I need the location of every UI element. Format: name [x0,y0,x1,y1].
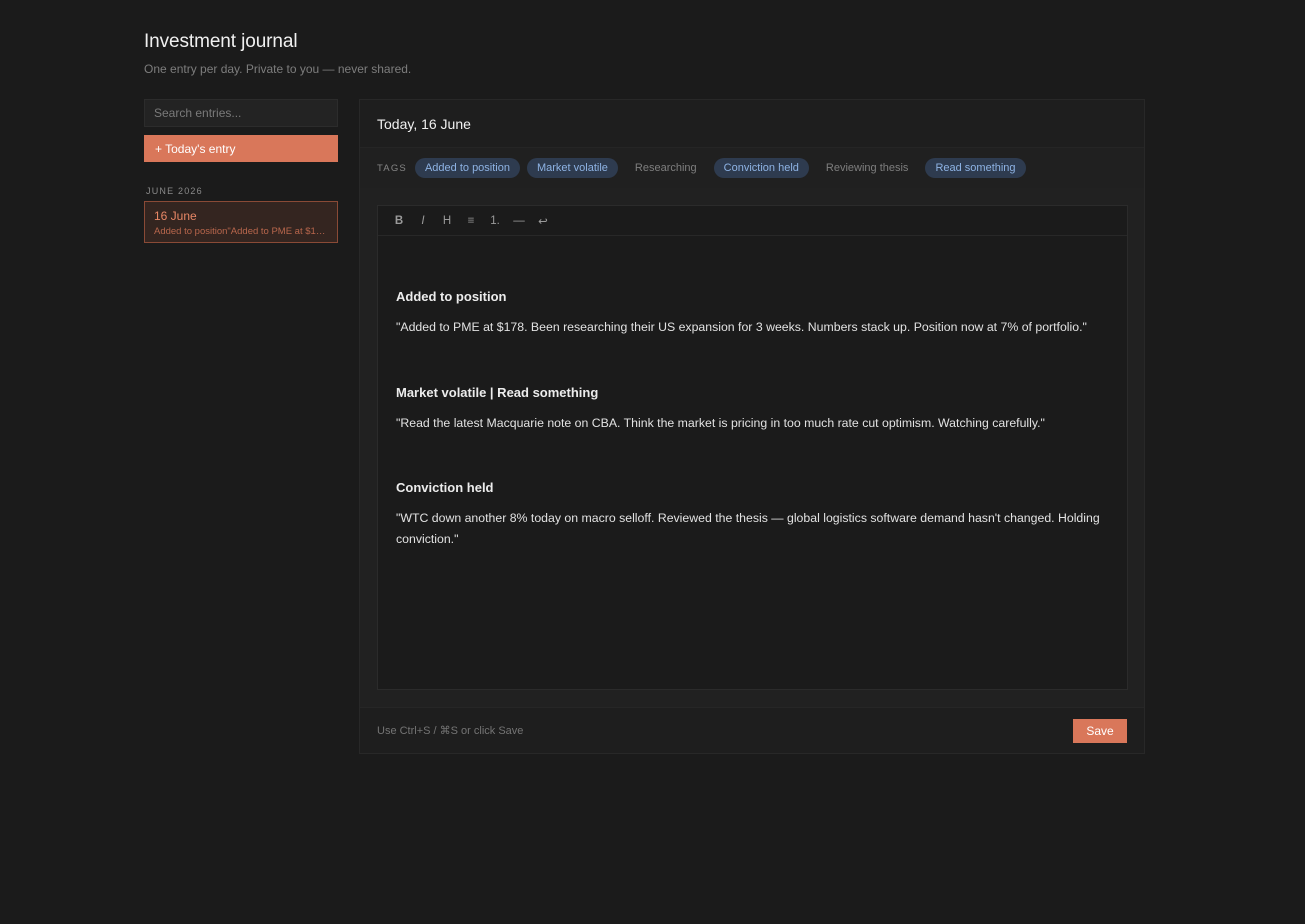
tags-label: TAGS [377,162,407,174]
tag-added-to-position[interactable]: Added to position [414,158,520,178]
entry-date: 16 June [154,209,197,223]
panel-footer: Use Ctrl+S / ⌘S or click Save Save [360,707,1144,753]
save-button[interactable]: Save [1073,718,1127,743]
page-title: Investment journal [144,31,298,52]
horizontal-rule-icon[interactable]: — [507,210,531,232]
rich-text-editor[interactable]: B I H ≡ 1. — ↩ Added to position "Added … [377,205,1128,690]
page-subtitle: One entry per day. Private to you — neve… [144,62,412,76]
editor-content[interactable]: Added to position "Added to PME at $178.… [378,236,1127,549]
block-heading: Market volatile | Read something [396,384,599,400]
tag-researching[interactable]: Researching [625,158,707,178]
entry-title: Today, 16 June [377,115,471,132]
bold-button[interactable]: B [387,210,411,232]
sidebar: + Today's entry JUNE 2026 16 June Added … [144,99,338,243]
todays-entry-button[interactable]: + Today's entry [144,135,338,162]
tag-reviewing-thesis[interactable]: Reviewing thesis [816,158,919,178]
entry-block: Conviction held "WTC down another 8% tod… [396,480,1109,549]
entry-list-item[interactable]: 16 June Added to position"Added to PME a… [144,201,338,243]
heading-button[interactable]: H [435,210,459,232]
month-label: JUNE 2026 [146,186,203,196]
numbered-list-button[interactable]: 1. [483,210,507,232]
search-input[interactable] [144,99,338,127]
tags-row: TAGS Added to position Market volatile R… [360,148,1144,188]
page-header: Investment journal One entry per day. Pr… [144,31,411,76]
save-hint: Use Ctrl+S / ⌘S or click Save [377,725,524,737]
tag-read-something[interactable]: Read something [925,158,1026,178]
panel-header: Today, 16 June [360,100,1144,148]
block-body: "WTC down another 8% today on macro sell… [396,511,1100,546]
tag-market-volatile[interactable]: Market volatile [526,158,618,178]
journal-editor-panel: Today, 16 June TAGS Added to position Ma… [359,99,1145,754]
block-body: "Added to PME at $178. Been researching … [396,320,1087,334]
editor-wrap: B I H ≡ 1. — ↩ Added to position "Added … [360,188,1144,708]
tag-conviction-held[interactable]: Conviction held [713,158,809,178]
block-body: "Read the latest Macquarie note on CBA. … [396,415,1045,430]
block-heading: Conviction held [396,480,494,495]
entry-block: Added to position "Added to PME at $178.… [396,289,1109,338]
block-heading: Added to position [396,289,507,304]
entry-block: Market volatile | Read something "Read t… [396,385,1109,434]
bullet-list-icon[interactable]: ≡ [459,210,483,232]
editor-toolbar: B I H ≡ 1. — ↩ [378,206,1127,236]
entry-preview: Added to position"Added to PME at $178. … [154,226,328,237]
italic-button[interactable]: I [411,210,435,232]
undo-icon[interactable]: ↩ [531,210,555,232]
